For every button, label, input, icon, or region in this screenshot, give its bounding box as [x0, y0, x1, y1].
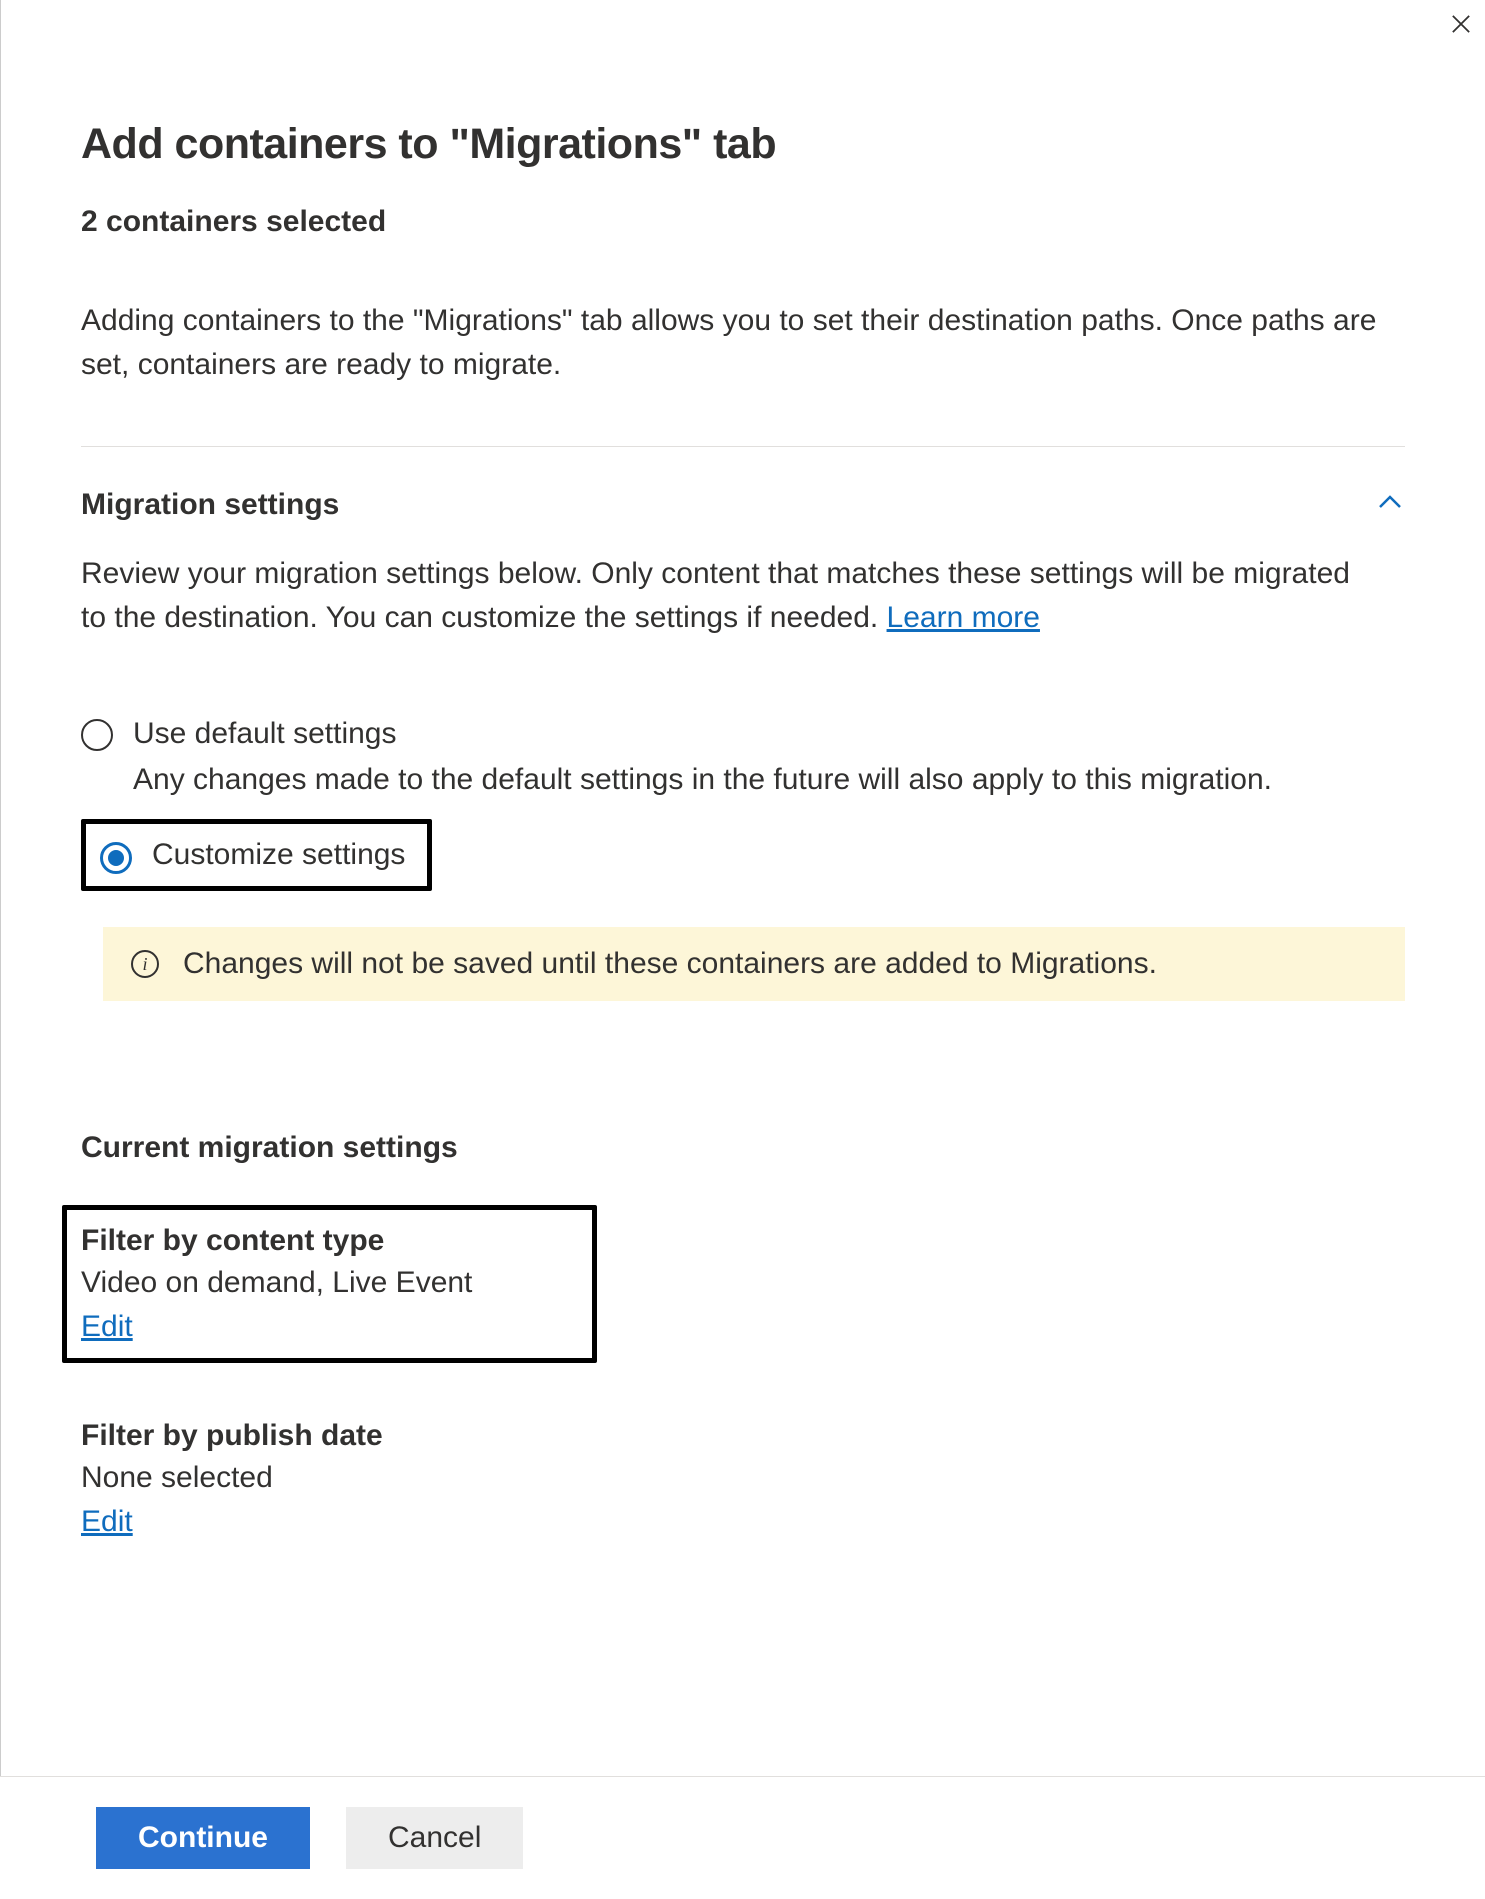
- setting-value: Video on demand, Live Event: [81, 1266, 472, 1300]
- radio-help-text: Any changes made to the default settings…: [133, 759, 1272, 801]
- radio-use-default[interactable]: Use default settings Any changes made to…: [81, 709, 1405, 805]
- radio-customize[interactable]: Customize settings: [100, 834, 405, 876]
- cancel-button[interactable]: Cancel: [346, 1807, 523, 1869]
- close-icon: [1447, 10, 1475, 38]
- section-description: Review your migration settings below. On…: [81, 552, 1381, 639]
- radio-icon: [81, 719, 113, 751]
- radio-label: Customize settings: [152, 834, 405, 876]
- chevron-up-icon: [1375, 487, 1405, 522]
- setting-value: None selected: [81, 1461, 1405, 1495]
- info-banner: i Changes will not be saved until these …: [103, 927, 1405, 1001]
- close-button[interactable]: [1447, 10, 1475, 43]
- dialog-panel: Add containers to "Migrations" tab 2 con…: [0, 0, 1485, 1899]
- section-body-text: Review your migration settings below. On…: [81, 557, 1350, 634]
- setting-title: Filter by content type: [81, 1224, 472, 1258]
- info-icon: i: [131, 950, 159, 978]
- page-description: Adding containers to the "Migrations" ta…: [81, 299, 1381, 386]
- edit-content-type-link[interactable]: Edit: [81, 1310, 133, 1344]
- migration-settings-toggle[interactable]: Migration settings: [81, 487, 1405, 522]
- page-title: Add containers to "Migrations" tab: [81, 120, 1405, 169]
- radio-label: Use default settings: [133, 713, 1272, 755]
- radio-icon-selected: [100, 842, 132, 874]
- highlight-box-content-type: Filter by content type Video on demand, …: [62, 1205, 597, 1363]
- settings-radio-group: Use default settings Any changes made to…: [81, 709, 1405, 1001]
- dialog-footer: Continue Cancel: [0, 1776, 1485, 1899]
- setting-publish-date: Filter by publish date None selected Edi…: [81, 1419, 1405, 1539]
- selection-count: 2 containers selected: [81, 205, 1405, 239]
- setting-title: Filter by publish date: [81, 1419, 1405, 1453]
- edit-publish-date-link[interactable]: Edit: [81, 1505, 133, 1539]
- highlight-box-customize: Customize settings: [81, 819, 432, 891]
- learn-more-link[interactable]: Learn more: [887, 601, 1040, 634]
- section-title: Migration settings: [81, 488, 339, 522]
- info-text: Changes will not be saved until these co…: [183, 947, 1157, 981]
- current-settings-heading: Current migration settings: [81, 1131, 1405, 1165]
- continue-button[interactable]: Continue: [96, 1807, 310, 1869]
- divider: [81, 446, 1405, 447]
